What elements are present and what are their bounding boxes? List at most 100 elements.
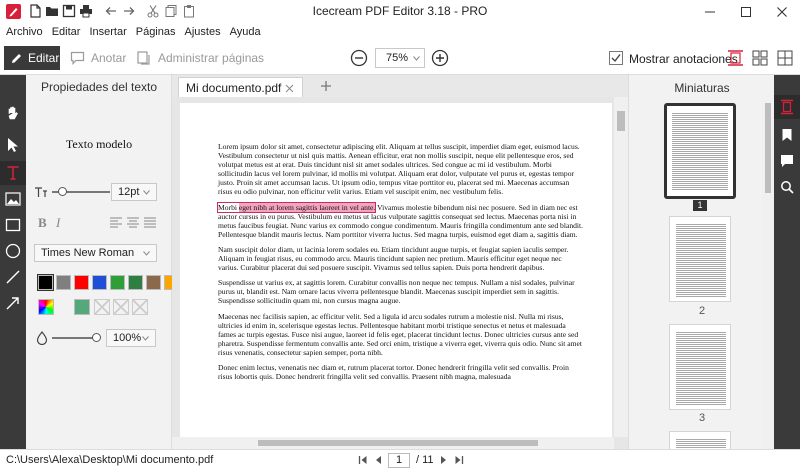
opacity-slider-handle[interactable] <box>92 333 101 342</box>
paragraph[interactable]: Lorem ipsum dolor sit amet, consectetur … <box>218 142 584 197</box>
menu-editar[interactable]: Editar <box>52 26 81 38</box>
annotate-mode-button[interactable]: Anotar <box>70 46 126 70</box>
thumbnail-number-1: 1 <box>693 200 707 211</box>
tab-mi-documento[interactable]: Mi documento.pdf <box>178 77 303 97</box>
zoom-in-button[interactable] <box>431 49 449 67</box>
single-page-view-button[interactable] <box>727 50 744 66</box>
custom-color-swatch[interactable] <box>74 299 90 315</box>
paragraph[interactable]: Nam suscipit dolor diam, ut lacinia lore… <box>218 245 584 272</box>
show-annotations-checkbox[interactable] <box>609 51 623 65</box>
empty-color-slot[interactable] <box>113 299 129 315</box>
menu-ajustes[interactable]: Ajustes <box>185 26 221 38</box>
thumbnail-number-3: 3 <box>698 412 706 424</box>
menu-insertar[interactable]: Insertar <box>89 26 126 38</box>
empty-color-slot[interactable] <box>94 299 110 315</box>
menu-archivo[interactable]: Archivo <box>6 26 43 38</box>
color-swatch[interactable] <box>74 275 89 290</box>
paragraph-selected[interactable]: Morbi eget nibh at lorem sagittis laoree… <box>216 201 584 239</box>
first-page-icon[interactable] <box>358 455 368 465</box>
pdf-page[interactable]: Lorem ipsum dolor sit amet, consectetur … <box>180 103 612 437</box>
image-icon <box>5 192 21 206</box>
zoom-select[interactable]: 75% <box>375 48 425 68</box>
color-swatch[interactable] <box>56 275 71 290</box>
annotate-mode-label: Anotar <box>91 51 127 65</box>
right-tool-rail <box>774 75 800 449</box>
vertical-scrollbar[interactable] <box>614 97 628 437</box>
text-tool-button[interactable] <box>0 161 26 185</box>
align-justify-button[interactable] <box>144 217 156 228</box>
empty-color-slot[interactable] <box>132 299 148 315</box>
menu-paginas[interactable]: Páginas <box>136 26 176 38</box>
ellipse-tool-button[interactable] <box>0 239 26 263</box>
single-page-icon <box>728 50 743 66</box>
last-page-icon[interactable] <box>454 455 464 465</box>
thumbnail-content <box>672 112 728 190</box>
select-tool-button[interactable] <box>0 133 26 157</box>
thumbnails-view-button[interactable] <box>774 95 800 119</box>
page-text[interactable]: Lorem ipsum dolor sit amet, consectetur … <box>216 142 584 387</box>
thumbnail-content <box>676 331 726 405</box>
align-center-button[interactable] <box>127 217 139 228</box>
chevron-down-icon <box>143 189 150 195</box>
horizontal-scroll-thumb[interactable] <box>258 440 538 446</box>
close-tab-icon[interactable] <box>285 84 294 93</box>
image-tool-button[interactable] <box>0 187 26 211</box>
selected-text-box[interactable]: Morbi eget nibh at lorem sagittis laoree… <box>216 201 377 213</box>
font-size-slider-handle[interactable] <box>58 187 67 196</box>
opacity-value: 100% <box>113 332 142 344</box>
opacity-drop-icon <box>36 331 48 345</box>
color-picker-icon[interactable] <box>38 299 54 315</box>
new-tab-button[interactable] <box>320 80 332 92</box>
paragraph[interactable]: Maecenas nec facilisis sapien, ac effici… <box>218 312 584 357</box>
font-family-select[interactable]: Times New Roman <box>34 244 157 262</box>
highlighted-text[interactable]: eget nibh at lorem sagittis laoreet in v… <box>238 202 376 212</box>
bold-button[interactable]: B <box>38 215 47 231</box>
color-swatch[interactable] <box>110 275 125 290</box>
window-title: Icecream PDF Editor 3.18 - PRO <box>312 4 488 18</box>
line-tool-button[interactable] <box>0 265 26 289</box>
vertical-scroll-thumb[interactable] <box>617 111 625 131</box>
arrow-tool-button[interactable] <box>0 291 26 315</box>
paragraph[interactable]: Suspendisse ut varius ex, at sagittis lo… <box>218 278 584 305</box>
paragraph[interactable]: Donec enim lectus, venenatis nec diam et… <box>218 363 584 381</box>
align-left-button[interactable] <box>110 217 122 228</box>
hand-tool-button[interactable] <box>0 101 26 125</box>
color-swatch[interactable] <box>37 274 54 291</box>
manage-pages-label: Administrar páginas <box>158 51 265 65</box>
layout-view-button[interactable] <box>777 50 793 66</box>
hand-icon <box>8 106 18 120</box>
file-path: C:\Users\Alexa\Desktop\Mi documento.pdf <box>6 454 214 466</box>
minimize-button[interactable] <box>692 0 728 23</box>
font-family-value: Times New Roman <box>41 247 135 259</box>
bookmarks-button[interactable] <box>774 123 800 147</box>
grid-view-button[interactable] <box>752 50 768 66</box>
color-swatch[interactable] <box>128 275 143 290</box>
rectangle-tool-button[interactable] <box>0 213 26 237</box>
color-swatch[interactable] <box>92 275 107 290</box>
zoom-out-button[interactable] <box>350 49 368 67</box>
status-bar: C:\Users\Alexa\Desktop\Mi documento.pdf … <box>0 449 800 469</box>
thumbnails-scroll-thumb[interactable] <box>765 103 771 193</box>
pencil-icon <box>12 53 21 63</box>
menu-ayuda[interactable]: Ayuda <box>230 26 261 38</box>
search-button[interactable] <box>774 175 800 199</box>
thumbnail-page-3[interactable] <box>669 324 731 410</box>
next-page-icon[interactable] <box>440 455 448 465</box>
color-swatch[interactable] <box>146 275 161 290</box>
previous-page-icon[interactable] <box>374 455 382 465</box>
edit-mode-button[interactable]: Editar <box>4 46 60 70</box>
thumbnail-page-2[interactable] <box>669 216 731 302</box>
comments-button[interactable] <box>774 149 800 173</box>
maximize-button[interactable] <box>728 0 764 23</box>
current-page-input[interactable]: 1 <box>388 452 410 468</box>
close-button[interactable] <box>764 0 800 23</box>
document-viewport[interactable]: Lorem ipsum dolor sit amet, consectetur … <box>172 97 628 449</box>
italic-button[interactable]: I <box>56 215 60 231</box>
zoom-out-icon <box>350 49 368 67</box>
opacity-select[interactable]: 100% <box>106 329 156 347</box>
rectangle-icon <box>5 218 21 232</box>
thumbnail-page-1[interactable] <box>664 103 736 199</box>
manage-pages-button[interactable]: Administrar páginas <box>137 46 264 70</box>
font-size-select[interactable]: 12pt <box>111 183 157 201</box>
thumbnail-page-4[interactable] <box>669 431 731 450</box>
